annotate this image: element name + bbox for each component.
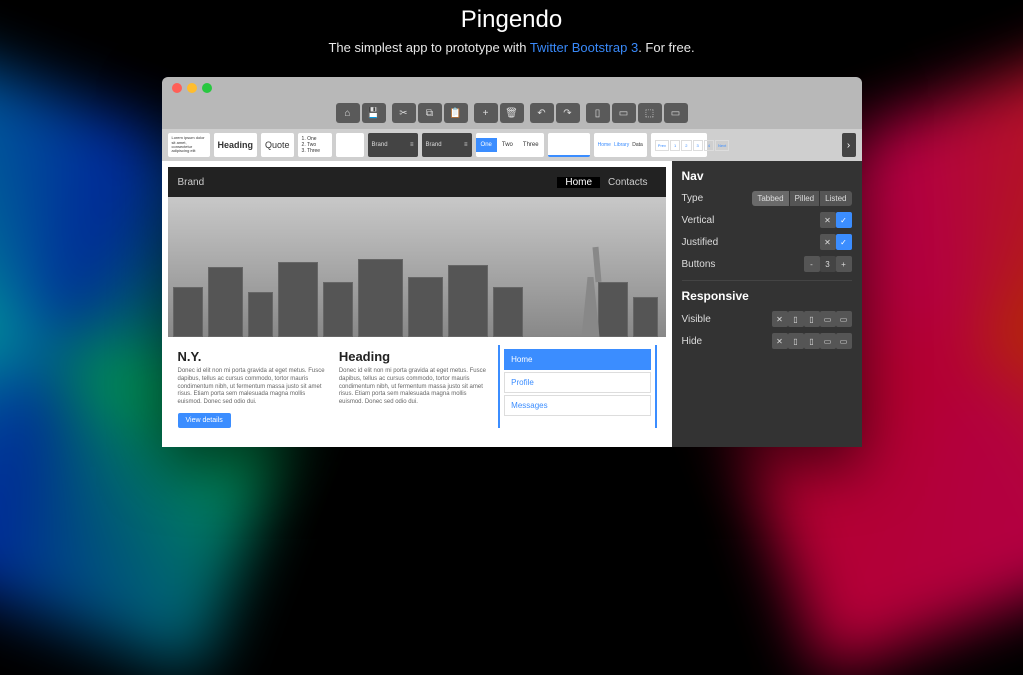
type-tabbed[interactable]: Tabbed — [752, 191, 788, 206]
paste-button[interactable]: 📋 — [444, 103, 468, 123]
comp-pagination[interactable]: Prev1234Next — [651, 133, 707, 157]
vertical-on[interactable]: ✓ — [836, 212, 852, 228]
preview-col-2: Heading Donec id elit non mi porta gravi… — [337, 345, 492, 428]
hero: Pingendo The simplest app to prototype w… — [0, 0, 1023, 55]
comp-breadcrumb[interactable]: Home Library Data — [594, 133, 647, 157]
justified-label: Justified — [682, 237, 719, 248]
visible-off[interactable]: ✕ — [772, 311, 788, 327]
component-bar: Lorem ipsum dolor sit amet, consectetur … — [162, 129, 862, 161]
comp-progress[interactable] — [548, 133, 590, 157]
comp-text[interactable]: Lorem ipsum dolor sit amet, consectetur … — [168, 133, 210, 157]
preview-hero-image — [168, 197, 666, 337]
hide-lg[interactable]: ▭ — [836, 333, 852, 349]
visible-label: Visible — [682, 314, 711, 325]
desktop-view-button[interactable]: ⬚ — [638, 103, 662, 123]
buttons-minus[interactable]: - — [804, 256, 820, 272]
bootstrap-link[interactable]: Twitter Bootstrap 3 — [530, 40, 638, 55]
preview-nav-contacts[interactable]: Contacts — [600, 177, 655, 188]
comp-list[interactable]: 1. One 2. Two 3. Three — [298, 133, 332, 157]
justified-on[interactable]: ✓ — [836, 234, 852, 250]
hide-md[interactable]: ▭ — [820, 333, 836, 349]
inspector-panel: Nav Type Tabbed Pilled Listed Vertical ✕… — [672, 161, 862, 447]
tablet-view-button[interactable]: ▭ — [612, 103, 636, 123]
toolbar: ⌂ 💾 ✂ ⧉ 📋 + 🗑 ↶ ↷ ▯ ▭ ⬚ ▭ — [162, 99, 862, 129]
comp-tabs[interactable]: One Two Three — [476, 133, 544, 157]
visible-md[interactable]: ▭ — [820, 311, 836, 327]
delete-button[interactable]: 🗑 — [500, 103, 524, 123]
preview-col-3[interactable]: Home Profile Messages — [498, 345, 657, 428]
visible-xs[interactable]: ▯ — [788, 311, 804, 327]
inspector-section-responsive: Responsive — [682, 289, 852, 303]
hide-off[interactable]: ✕ — [772, 333, 788, 349]
preview-navbar: Brand Home Contacts — [168, 167, 666, 197]
nav-tab-home[interactable]: Home — [504, 349, 651, 370]
buttons-plus[interactable]: + — [836, 256, 852, 272]
comp-blank[interactable] — [336, 133, 364, 157]
mobile-view-button[interactable]: ▯ — [586, 103, 610, 123]
app-window: ⌂ 💾 ✂ ⧉ 📋 + 🗑 ↶ ↷ ▯ ▭ ⬚ ▭ Lorem ipsum do… — [162, 77, 862, 447]
inspector-section-nav: Nav — [682, 169, 852, 183]
vertical-off[interactable]: ✕ — [820, 212, 836, 228]
canvas[interactable]: Brand Home Contacts — [162, 161, 672, 447]
nav-tab-messages[interactable]: Messages — [504, 395, 651, 416]
preview-brand[interactable]: Brand — [178, 177, 205, 188]
comp-heading[interactable]: Heading — [214, 133, 258, 157]
save-button[interactable]: 💾 — [362, 103, 386, 123]
page-subtitle: The simplest app to prototype with Twitt… — [0, 40, 1023, 55]
close-icon[interactable] — [172, 83, 182, 93]
buttons-value: 3 — [820, 256, 836, 272]
add-button[interactable]: + — [474, 103, 498, 123]
visible-sm[interactable]: ▯ — [804, 311, 820, 327]
redo-button[interactable]: ↷ — [556, 103, 580, 123]
window-titlebar — [162, 77, 862, 99]
wide-view-button[interactable]: ▭ — [664, 103, 688, 123]
scroll-right-button[interactable]: › — [842, 133, 856, 157]
statue-icon — [576, 237, 606, 337]
preview-nav-home[interactable]: Home — [557, 177, 600, 188]
justified-off[interactable]: ✕ — [820, 234, 836, 250]
type-label: Type — [682, 193, 704, 204]
comp-navbar-dark2[interactable]: Brand≡ — [422, 133, 472, 157]
hide-label: Hide — [682, 336, 703, 347]
type-pilled[interactable]: Pilled — [789, 191, 820, 206]
hide-xs[interactable]: ▯ — [788, 333, 804, 349]
vertical-label: Vertical — [682, 215, 715, 226]
page-title: Pingendo — [0, 6, 1023, 34]
cut-button[interactable]: ✂ — [392, 103, 416, 123]
visible-lg[interactable]: ▭ — [836, 311, 852, 327]
type-listed[interactable]: Listed — [819, 191, 851, 206]
view-details-button[interactable]: View details — [178, 413, 231, 428]
home-button[interactable]: ⌂ — [336, 103, 360, 123]
comp-quote[interactable]: Quote — [261, 133, 294, 157]
maximize-icon[interactable] — [202, 83, 212, 93]
comp-navbar-dark[interactable]: Brand≡ — [368, 133, 418, 157]
copy-button[interactable]: ⧉ — [418, 103, 442, 123]
preview-col-1: N.Y. Donec id elit non mi porta gravida … — [176, 345, 331, 428]
buttons-label: Buttons — [682, 259, 716, 270]
workspace: Brand Home Contacts — [162, 161, 862, 447]
minimize-icon[interactable] — [187, 83, 197, 93]
undo-button[interactable]: ↶ — [530, 103, 554, 123]
hide-sm[interactable]: ▯ — [804, 333, 820, 349]
nav-tab-profile[interactable]: Profile — [504, 372, 651, 393]
